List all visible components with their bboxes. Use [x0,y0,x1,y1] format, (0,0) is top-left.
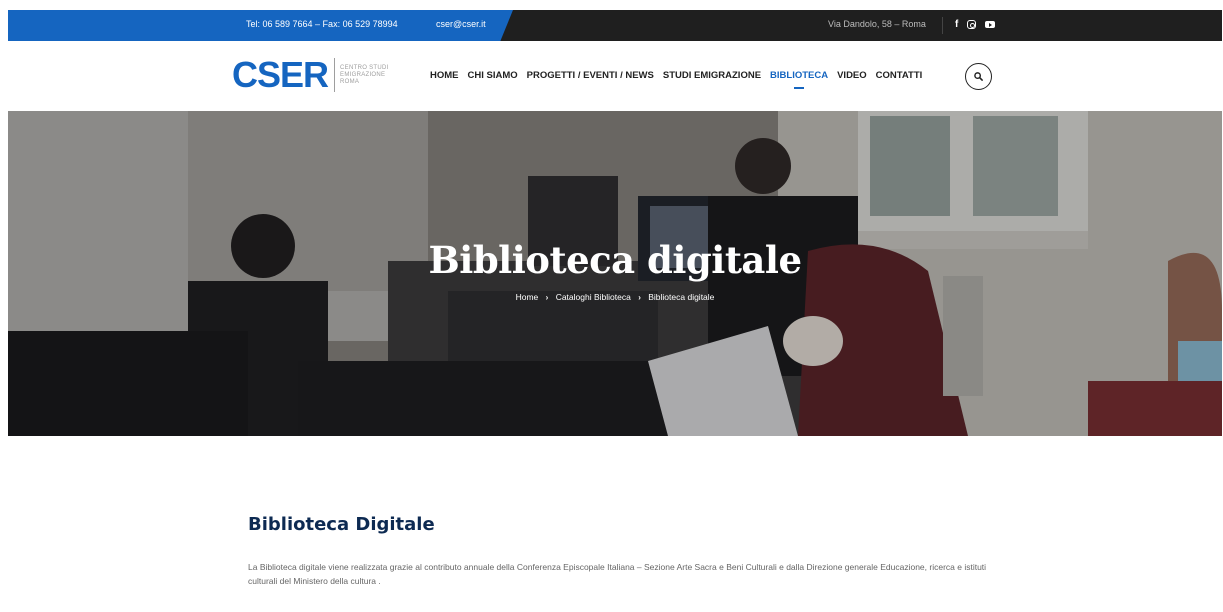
chevron-right-icon: › [638,293,641,302]
logo-subtitle-line-2: EMIGRAZIONE [340,71,386,78]
social-links: f [955,16,996,34]
phone-fax-text: Tel: 06 589 7664 – Fax: 06 529 78994 [246,19,398,29]
breadcrumb: Home › Cataloghi Biblioteca › Biblioteca… [8,292,1222,302]
page-title: Biblioteca digitale [428,238,802,282]
email-link[interactable]: cser@cser.it [436,19,486,29]
logo-wordmark: CSER [232,54,329,95]
chevron-right-icon: › [545,293,549,302]
breadcrumb-home[interactable]: Home [516,292,539,302]
logo-subtitle: CENTRO STUDI EMIGRAZIONE ROMA [340,65,389,86]
breadcrumb-current: Biblioteca digitale [648,292,715,302]
nav-item-biblioteca[interactable]: BIBLIOTECA [770,70,828,89]
section-description: La Biblioteca digitale viene realizzata … [248,562,987,586]
search-button[interactable] [965,63,992,90]
site-header: CSER CENTRO STUDI EMIGRAZIONE ROMA HOME … [8,41,1222,111]
nav-item-chi-siamo[interactable]: CHI SIAMO [468,70,518,81]
top-bar: Tel: 06 589 7664 – Fax: 06 529 78994 cse… [8,10,1222,41]
breadcrumb-cataloghi-biblioteca[interactable]: Cataloghi Biblioteca [556,292,631,302]
youtube-icon[interactable] [985,21,996,28]
address-text: Via Dandolo, 58 – Roma [828,19,926,29]
facebook-icon[interactable]: f [955,16,958,34]
nav-item-studi-emigrazione[interactable]: STUDI EMIGRAZIONE [663,70,761,81]
page-hero: Biblioteca digitale Home › Cataloghi Bib… [8,111,1222,436]
nav-item-home[interactable]: HOME [430,70,459,81]
top-bar-divider [942,17,943,34]
main-nav: HOME CHI SIAMO PROGETTI / EVENTI / NEWS … [430,70,931,89]
logo-divider [334,58,336,92]
site-logo[interactable]: CSER CENTRO STUDI EMIGRAZIONE ROMA [232,57,389,93]
logo-subtitle-line-3: ROMA [340,78,360,85]
nav-item-contatti[interactable]: CONTATTI [876,70,923,81]
nav-item-video[interactable]: VIDEO [837,70,867,81]
section-title: Biblioteca Digitale [248,514,435,535]
nav-item-progetti-eventi-news[interactable]: PROGETTI / EVENTI / NEWS [527,70,654,81]
logo-subtitle-line-1: CENTRO STUDI [340,64,389,71]
search-icon [974,72,983,81]
instagram-icon[interactable] [967,20,977,29]
